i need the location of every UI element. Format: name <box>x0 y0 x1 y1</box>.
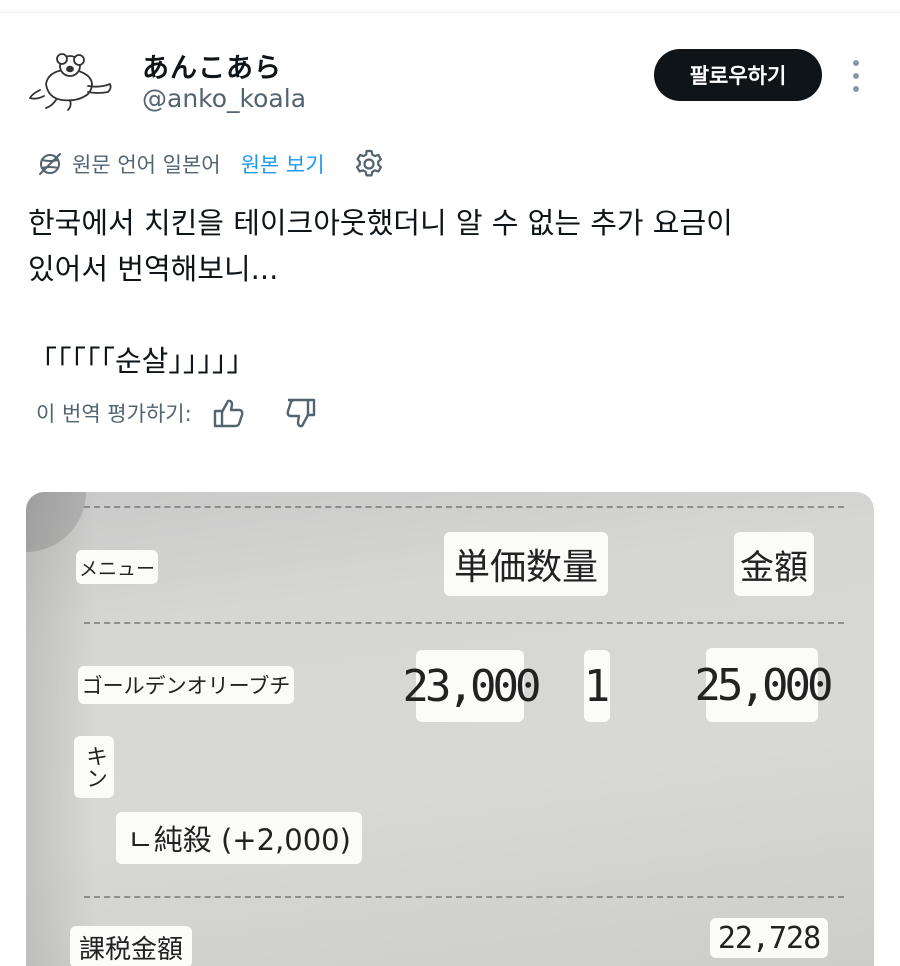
rate-translation-label: 이 번역 평가하기: <box>36 402 192 426</box>
user-handle[interactable]: @anko_koala <box>142 84 306 113</box>
unit-quantity-header: 単価数量 <box>444 532 608 596</box>
rate-translation: 이 번역 평가하기: <box>36 396 318 430</box>
thumbs-down-icon[interactable] <box>284 396 318 430</box>
taxable-amount-label: 課税金額 <box>70 926 192 966</box>
quantity: 1 <box>584 650 610 722</box>
follow-button[interactable]: 팔로우하기 <box>654 49 822 101</box>
receipt-divider <box>84 896 844 898</box>
menu-header: メニュー <box>76 550 158 584</box>
top-divider <box>0 12 900 13</box>
globe-icon <box>39 153 61 175</box>
more-vertical-icon[interactable] <box>846 58 866 94</box>
taxable-amount: 22,728 <box>710 918 828 958</box>
tweet-line: 있어서 번역해보니... <box>28 252 279 286</box>
display-name[interactable]: あんこあら <box>142 46 282 85</box>
tweet-text: 한국에서 치킨을 테이크아웃했더니 알 수 없는 추가 요금이 있어서 번역해보… <box>28 200 868 384</box>
thumbs-up-icon[interactable] <box>212 396 246 430</box>
item-name: ゴールデンオリーブチ <box>78 666 294 704</box>
tweet-line: 한국에서 치킨을 테이크아웃했더니 알 수 없는 추가 요금이 <box>28 206 733 240</box>
gear-icon[interactable] <box>353 148 385 180</box>
item-amount: 25,000 <box>695 648 833 722</box>
original-language-label: 원문 언어 일본어 <box>72 153 221 177</box>
unit-price: 23,000 <box>403 650 541 722</box>
receipt-divider <box>84 622 844 624</box>
tweet-line: 「「「「「순살」」」」」 <box>28 344 256 378</box>
koala-avatar[interactable] <box>26 50 118 112</box>
amount-header: 金額 <box>734 532 814 596</box>
boneless-option: ㄴ純殺 (+2,000) <box>116 812 362 864</box>
item-name-continued: キン <box>74 736 114 798</box>
show-original-link[interactable]: 원본 보기 <box>241 149 325 179</box>
receipt-divider <box>84 506 844 508</box>
receipt-photo[interactable]: メニュー 単価数量 金額 ゴールデンオリーブチ 23,000 1 25,000 … <box>26 492 874 966</box>
translation-bar: 원문 언어 일본어 원본 보기 <box>36 146 385 182</box>
